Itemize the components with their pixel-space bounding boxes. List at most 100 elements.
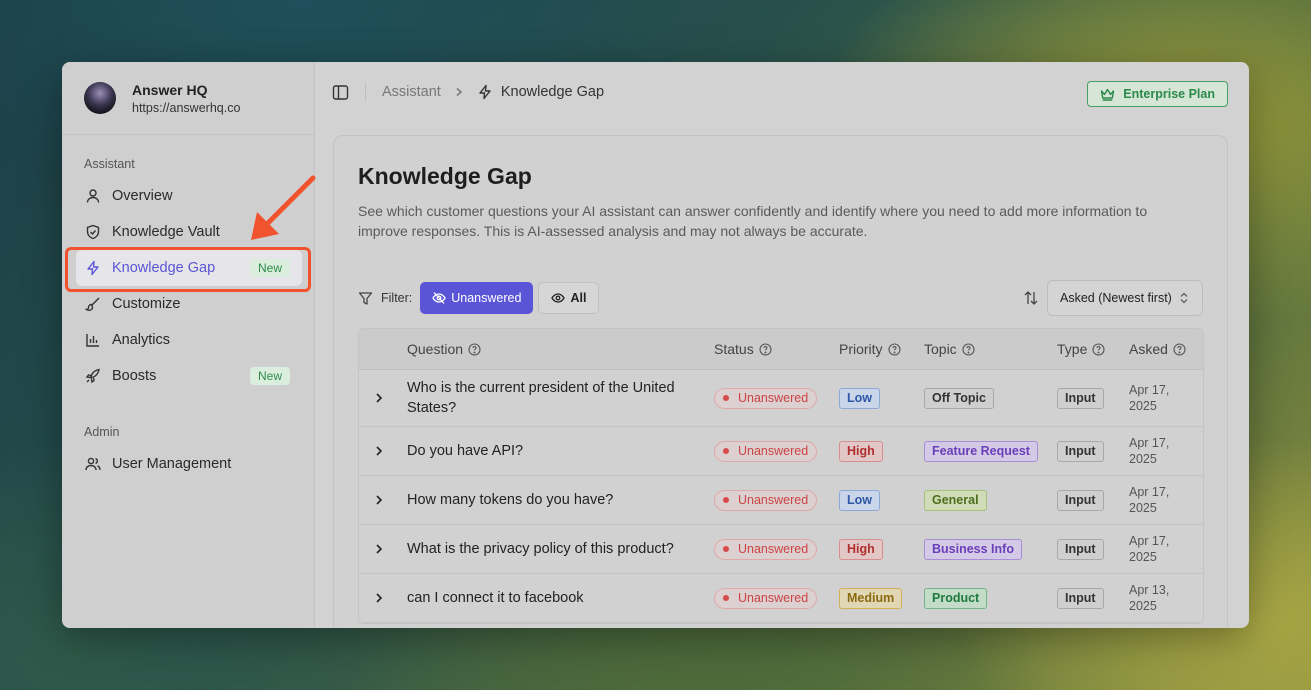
help-icon xyxy=(1173,342,1186,356)
asked-date: Apr 13, 2025 xyxy=(1129,583,1170,613)
type-badge: Input xyxy=(1057,387,1104,409)
page-description: See which customer questions your AI ass… xyxy=(358,203,1148,239)
filter-icon xyxy=(358,291,373,306)
column-status[interactable]: Status xyxy=(714,341,772,357)
column-label: Priority xyxy=(839,341,883,357)
chevron-right-icon[interactable] xyxy=(374,370,384,426)
top-bar: Assistant Knowledge Gap Enterprise Plan xyxy=(315,62,1249,122)
table-row[interactable]: Do you have API? Unanswered High Feature… xyxy=(359,427,1203,476)
priority-badge: High xyxy=(839,538,883,560)
priority-badge: Medium xyxy=(839,587,903,609)
asked-date: Apr 17, 2025 xyxy=(1129,534,1170,564)
priority-badge: Low xyxy=(839,387,880,409)
sort-direction-icon[interactable] xyxy=(1023,290,1039,306)
help-icon xyxy=(1092,342,1105,356)
type-badge: Input xyxy=(1057,538,1104,560)
column-label: Asked xyxy=(1129,341,1168,357)
column-label: Type xyxy=(1057,341,1088,357)
asked-date: Apr 17, 2025 xyxy=(1129,485,1170,515)
filter-all-button[interactable]: All xyxy=(538,282,600,314)
status-badge: Unanswered xyxy=(714,387,818,409)
sidebar-item-user-management[interactable]: User Management xyxy=(76,446,302,482)
sidebar: Answer HQ https://answerhq.co Assistant … xyxy=(62,62,316,628)
filter-unanswered-label: Unanswered xyxy=(451,291,522,305)
sidebar-item-label: Knowledge Vault xyxy=(112,224,220,240)
column-label: Status xyxy=(714,341,754,357)
table-row[interactable]: How many tokens do you have? Unanswered … xyxy=(359,476,1203,525)
filter-bar: Filter: Unanswered All xyxy=(358,282,600,314)
topic-badge: Feature Request xyxy=(924,440,1038,462)
shield-icon xyxy=(84,223,102,241)
sidebar-section-assistant: Assistant xyxy=(84,157,135,171)
divider xyxy=(365,83,366,101)
type-badge: Input xyxy=(1057,489,1104,511)
new-badge: New xyxy=(249,367,290,385)
priority-badge: High xyxy=(839,440,883,462)
bar-chart-icon xyxy=(84,331,102,349)
sidebar-item-analytics[interactable]: Analytics xyxy=(76,322,302,358)
enterprise-plan-button[interactable]: Enterprise Plan xyxy=(1087,81,1228,107)
sidebar-item-label: Analytics xyxy=(112,332,171,348)
question-text: Who is the current president of the Unit… xyxy=(407,380,675,416)
sidebar-item-label: Customize xyxy=(112,296,181,312)
sidebar-item-label: Boosts xyxy=(112,368,157,384)
chevron-right-icon[interactable] xyxy=(374,476,384,524)
sort-value: Asked (Newest first) xyxy=(1060,291,1172,305)
sidebar-item-boosts[interactable]: Boosts New xyxy=(76,358,302,394)
help-icon xyxy=(759,342,772,356)
rocket-icon xyxy=(84,367,102,385)
asked-date: Apr 17, 2025 xyxy=(1129,436,1170,466)
column-label: Topic xyxy=(924,341,957,357)
status-badge: Unanswered xyxy=(714,587,818,609)
help-icon xyxy=(468,342,481,356)
sort-select[interactable]: Asked (Newest first) xyxy=(1047,280,1203,316)
question-text: can I connect it to facebook xyxy=(407,590,584,606)
type-badge: Input xyxy=(1057,440,1104,462)
workspace-url: https://answerhq.co xyxy=(132,100,241,115)
user-icon xyxy=(84,187,102,205)
column-asked[interactable]: Asked xyxy=(1129,341,1186,357)
main-card: Knowledge Gap See which customer questio… xyxy=(333,135,1228,628)
column-priority[interactable]: Priority xyxy=(839,341,901,357)
workspace-switcher[interactable]: Answer HQ https://answerhq.co xyxy=(62,62,314,135)
topic-badge: Off Topic xyxy=(924,387,994,409)
column-topic[interactable]: Topic xyxy=(924,341,975,357)
sidebar-toggle-icon[interactable] xyxy=(332,84,349,101)
status-badge: Unanswered xyxy=(714,440,818,462)
column-type[interactable]: Type xyxy=(1057,341,1105,357)
topic-badge: General xyxy=(924,489,987,511)
status-badge: Unanswered xyxy=(714,538,818,560)
chevron-right-icon xyxy=(454,87,464,97)
filter-unanswered-button[interactable]: Unanswered xyxy=(420,282,534,314)
page-title: Knowledge Gap xyxy=(358,163,532,189)
help-icon xyxy=(962,342,975,356)
column-question[interactable]: Question xyxy=(407,341,481,357)
chevron-right-icon[interactable] xyxy=(374,427,384,475)
sidebar-item-label: User Management xyxy=(112,456,232,472)
chevron-right-icon[interactable] xyxy=(374,525,384,573)
table-row[interactable]: can I connect it to facebook Unanswered … xyxy=(359,574,1203,623)
annotation-highlight-box xyxy=(65,247,311,292)
plan-label: Enterprise Plan xyxy=(1123,87,1215,101)
status-badge: Unanswered xyxy=(714,489,818,511)
users-icon xyxy=(84,455,102,473)
help-icon xyxy=(888,342,901,356)
breadcrumb-current: Knowledge Gap xyxy=(500,84,605,100)
priority-badge: Low xyxy=(839,489,880,511)
chevron-right-icon[interactable] xyxy=(374,574,384,622)
question-text: Do you have API? xyxy=(407,443,524,459)
table-header: Question Status Priority Topic Type Aske… xyxy=(359,329,1203,370)
eye-icon xyxy=(551,291,566,305)
breadcrumb-assistant[interactable]: Assistant xyxy=(382,84,441,100)
sidebar-section-admin: Admin xyxy=(84,425,120,439)
table-row[interactable]: What is the privacy policy of this produ… xyxy=(359,525,1203,574)
knowledge-gap-table: Question Status Priority Topic Type Aske… xyxy=(358,328,1204,624)
crown-icon xyxy=(1100,88,1115,101)
filter-label: Filter: xyxy=(381,291,413,305)
brush-icon xyxy=(84,295,102,313)
lightning-icon xyxy=(477,84,493,100)
column-label: Question xyxy=(407,341,464,357)
table-row[interactable]: Who is the current president of the Unit… xyxy=(359,370,1203,427)
chevron-updown-icon xyxy=(1180,292,1188,304)
eye-off-icon xyxy=(432,291,446,305)
